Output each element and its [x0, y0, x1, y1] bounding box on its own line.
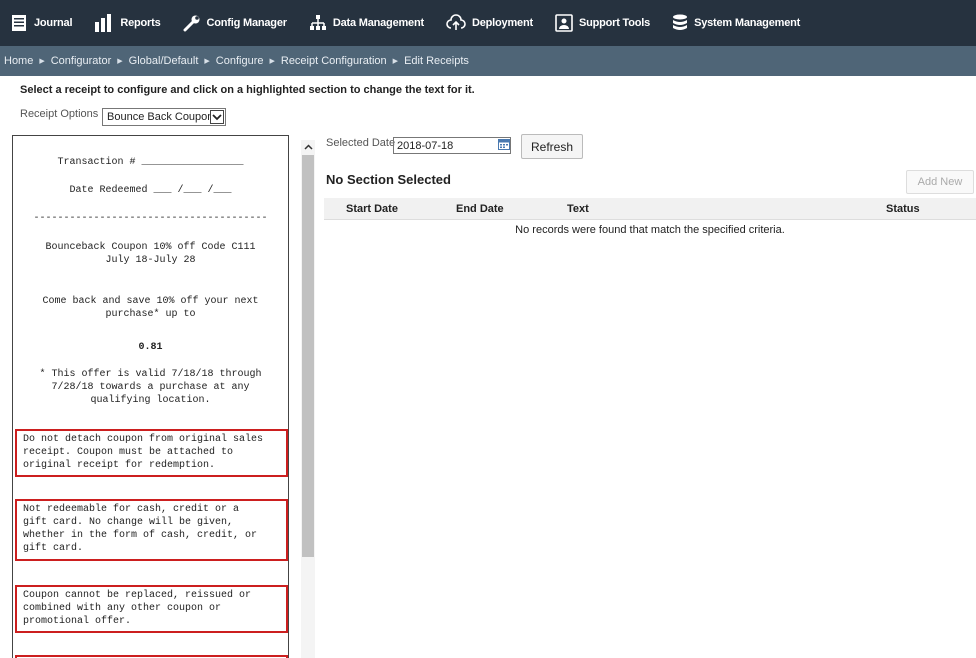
nav-support-tools[interactable]: Support Tools — [555, 14, 650, 32]
breadcrumb: Home ▶ Configurator ▶ Global/Default ▶ C… — [0, 46, 976, 76]
add-new-button: Add New — [906, 170, 974, 194]
receipt-options-select[interactable]: Bounce Back Coupon — [102, 108, 226, 126]
cloud-upload-icon — [446, 14, 466, 30]
column-text[interactable]: Text — [567, 203, 589, 215]
nav-label: Config Manager — [206, 17, 288, 29]
section-title: No Section Selected — [326, 172, 451, 187]
refresh-button[interactable]: Refresh — [521, 134, 583, 159]
journal-icon — [12, 15, 26, 31]
crumb-global-default[interactable]: Global/Default — [129, 55, 199, 67]
nav-config-manager[interactable]: Config Manager — [183, 14, 287, 32]
section-detail-panel: Selected Date 2018-07-18 Refresh No Sect… — [316, 128, 976, 658]
scroll-up-icon[interactable] — [301, 140, 315, 154]
receipt-options-value: Bounce Back Coupon — [107, 111, 214, 123]
selected-date-value: 2018-07-18 — [397, 139, 454, 152]
nav-label: Data Management — [332, 17, 424, 29]
crumb-configurator[interactable]: Configurator — [51, 55, 112, 67]
receipt-section-replaced[interactable]: Coupon cannot be replaced, reissued or c… — [15, 585, 288, 633]
nav-label: Reports — [120, 17, 161, 29]
receipt-validity: * This offer is valid 7/18/18 through 7/… — [39, 369, 262, 406]
receipt-divider: --------------------------------------- — [33, 213, 268, 224]
receipt-date-redeemed: Date Redeemed ___ /___ /___ — [69, 185, 232, 196]
nav-reports[interactable]: Reports — [94, 14, 161, 32]
bar-chart-icon — [95, 14, 112, 32]
selected-date-label: Selected Date — [326, 137, 396, 149]
crumb-home[interactable]: Home — [4, 55, 33, 67]
crumb-configure[interactable]: Configure — [216, 55, 264, 67]
receipt-transaction-line: Transaction # _________________ — [57, 157, 244, 168]
scrollbar-thumb[interactable] — [302, 155, 314, 557]
chevron-right-icon: ▶ — [392, 58, 399, 65]
receipt-coupon-title: Bounceback Coupon 10% off Code C111 July… — [45, 242, 256, 266]
receipt-section-detach[interactable]: Do not detach coupon from original sales… — [15, 429, 288, 477]
receipt-section-not-redeemable[interactable]: Not redeemable for cash, credit or a gif… — [15, 499, 288, 561]
chevron-right-icon: ▶ — [204, 58, 210, 65]
selected-date-input[interactable]: 2018-07-18 — [393, 137, 511, 154]
nav-system-management[interactable]: System Management — [672, 14, 800, 32]
chevron-right-icon: ▶ — [39, 58, 45, 65]
crumb-edit-receipts: Edit Receipts — [404, 55, 469, 67]
receipt-come-back: Come back and save 10% off your next pur… — [42, 296, 259, 320]
top-nav: Journal Reports Config Manager Data Mana… — [0, 0, 976, 46]
nav-data-management[interactable]: Data Management — [309, 14, 424, 32]
receipt-preview: Transaction # _________________ Date Red… — [12, 135, 289, 658]
nav-label: Deployment — [471, 17, 533, 29]
wrench-icon — [183, 15, 200, 32]
instructions-text: Select a receipt to configure and click … — [20, 84, 475, 96]
column-end-date[interactable]: End Date — [456, 203, 504, 215]
calendar-icon[interactable] — [498, 139, 510, 150]
nav-journal[interactable]: Journal — [10, 14, 73, 32]
receipt-options-label: Receipt Options — [20, 108, 99, 120]
column-status[interactable]: Status — [886, 203, 920, 215]
database-icon — [673, 14, 688, 30]
nav-label: Journal — [34, 17, 73, 29]
receipt-amount: 0.81 — [138, 342, 163, 353]
table-header: Start Date End Date Text Status — [324, 198, 976, 220]
chevron-down-icon[interactable] — [210, 110, 224, 124]
nav-label: Support Tools — [578, 17, 651, 29]
crumb-receipt-configuration[interactable]: Receipt Configuration — [281, 55, 387, 67]
chevron-right-icon: ▶ — [117, 58, 123, 65]
nav-label: System Management — [694, 17, 801, 29]
nav-deployment[interactable]: Deployment — [446, 14, 533, 32]
hierarchy-icon — [309, 15, 326, 30]
support-icon — [555, 14, 573, 32]
column-start-date[interactable]: Start Date — [346, 203, 398, 215]
empty-message: No records were found that match the spe… — [515, 224, 785, 236]
chevron-right-icon: ▶ — [269, 58, 275, 65]
